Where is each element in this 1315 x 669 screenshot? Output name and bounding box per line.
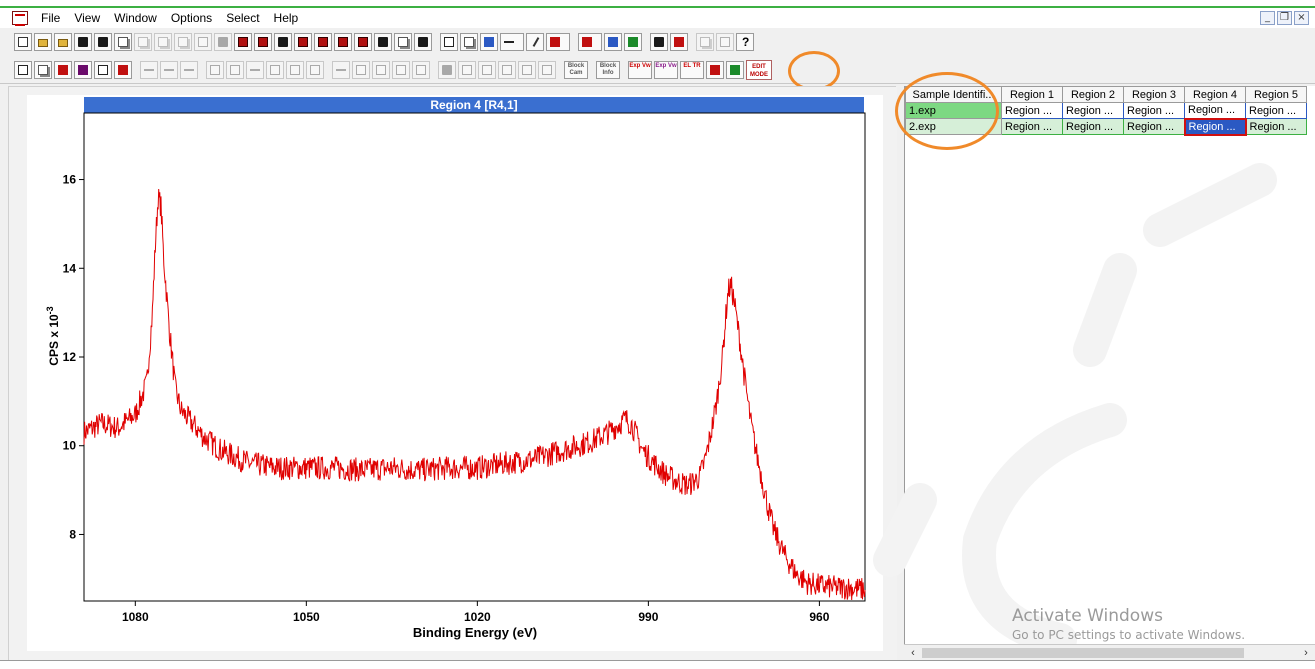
- header-region-5[interactable]: Region 5: [1245, 86, 1307, 103]
- table-row: 2.exp Region ... Region ... Region ... R…: [905, 117, 1307, 136]
- table-row: 1.exp Region ... Region ... Region ... R…: [905, 102, 1307, 119]
- region-cell[interactable]: Region ...: [1123, 118, 1185, 135]
- sample-grid-panel: Sample Identifi... Region 1 Region 2 Reg…: [904, 86, 1315, 660]
- activate-subtitle: Go to PC settings to activate Windows.: [1012, 628, 1246, 642]
- y-axis-label-text: CPS x 10: [47, 314, 61, 366]
- region-cell[interactable]: Region ...: [1245, 102, 1307, 119]
- y-tick-label: 8: [69, 527, 76, 541]
- x-axis-label: Binding Energy (eV): [413, 625, 537, 640]
- header-region-1[interactable]: Region 1: [1001, 86, 1063, 103]
- plot-frame: [83, 112, 866, 602]
- header-region-3[interactable]: Region 3: [1123, 86, 1185, 103]
- scroll-left-icon[interactable]: ‹: [906, 646, 920, 660]
- sample-cell-1[interactable]: 1.exp: [905, 102, 1002, 119]
- x-axis: 1080 1050 1020 990 960: [122, 601, 830, 624]
- scroll-right-icon[interactable]: ›: [1299, 646, 1313, 660]
- region-cell[interactable]: Region ...: [1001, 118, 1063, 135]
- x-tick-label: 1020: [464, 610, 491, 624]
- y-tick-label: 16: [63, 173, 77, 187]
- header-sample-identifier[interactable]: Sample Identifi...: [905, 86, 1002, 103]
- sample-cell-2[interactable]: 2.exp: [905, 118, 1002, 135]
- region-cell[interactable]: Region ...: [1062, 118, 1124, 135]
- y-axis-label: CPS x 10-3: [45, 306, 61, 365]
- status-area: [0, 660, 1315, 669]
- y-tick-label: 10: [63, 439, 77, 453]
- x-tick-label: 990: [638, 610, 658, 624]
- region-cell-selected[interactable]: Region ...: [1183, 117, 1247, 136]
- region-cell[interactable]: Region ...: [1184, 102, 1246, 119]
- x-tick-label: 1080: [122, 610, 149, 624]
- region-cell[interactable]: Region ...: [1062, 102, 1124, 119]
- scroll-thumb[interactable]: [922, 648, 1244, 658]
- xps-analysis-window: File View Window Options Select Help _ ❐…: [0, 0, 1315, 669]
- y-tick-label: 14: [63, 261, 77, 275]
- x-tick-label: 960: [809, 610, 829, 624]
- table-header-row: Sample Identifi... Region 1 Region 2 Reg…: [905, 86, 1307, 103]
- region-cell[interactable]: Region ...: [1123, 102, 1185, 119]
- region-cell[interactable]: Region ...: [1001, 102, 1063, 119]
- window-controls: _ ❐ ×: [1260, 11, 1309, 25]
- header-region-2[interactable]: Region 2: [1062, 86, 1124, 103]
- activate-title: Activate Windows: [1012, 606, 1163, 626]
- spectrum-series-line: [83, 188, 866, 601]
- y-tick-label: 12: [63, 350, 77, 364]
- y-axis: 8 10 12 14 16: [63, 173, 84, 541]
- spectrum-chart[interactable]: 8 10 12 14 16 1080 1050 1020 990 960 Binding Ene…: [0, 0, 900, 669]
- sample-region-table: Sample Identifi... Region 1 Region 2 Reg…: [905, 86, 1307, 136]
- region-cell[interactable]: Region ...: [1245, 118, 1307, 135]
- restore-icon[interactable]: ❐: [1277, 11, 1292, 25]
- x-tick-label: 1050: [293, 610, 320, 624]
- activate-windows-notice: Activate Windows Go to PC settings to ac…: [1012, 606, 1245, 642]
- minimize-icon[interactable]: _: [1260, 11, 1275, 25]
- y-axis-label-superscript: -3: [45, 306, 55, 314]
- horizontal-scrollbar[interactable]: ‹ ›: [904, 644, 1315, 660]
- close-icon[interactable]: ×: [1294, 11, 1309, 25]
- header-region-4[interactable]: Region 4: [1184, 86, 1246, 103]
